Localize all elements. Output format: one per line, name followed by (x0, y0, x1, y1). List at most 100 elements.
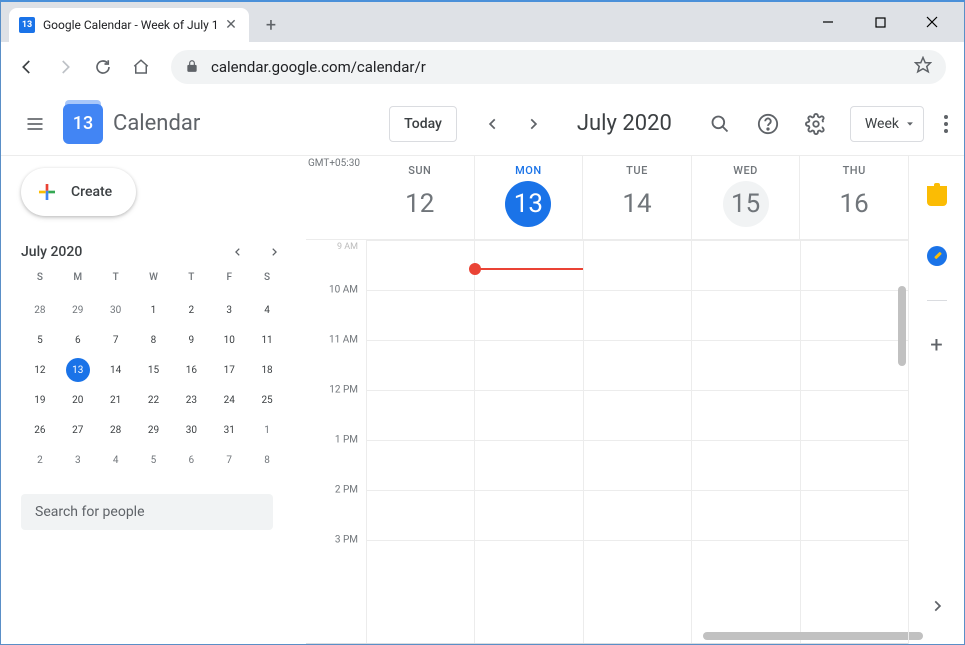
mini-day[interactable]: 20 (59, 388, 97, 412)
mini-cal-next-icon[interactable] (262, 240, 286, 264)
window-controls (814, 2, 950, 42)
day-header[interactable]: MON13 (474, 156, 583, 239)
day-column[interactable] (800, 240, 908, 644)
mini-day[interactable]: 4 (97, 448, 135, 472)
mini-day[interactable]: 3 (210, 298, 248, 322)
day-header[interactable]: TUE14 (582, 156, 691, 239)
create-button[interactable]: Create (21, 168, 136, 216)
mini-day[interactable]: 21 (97, 388, 135, 412)
mini-day[interactable]: 23 (172, 388, 210, 412)
mini-day[interactable]: 11 (248, 328, 286, 352)
time-label: 11 AM (329, 335, 358, 346)
mini-day[interactable]: 28 (21, 298, 59, 322)
view-selector[interactable]: Week (850, 106, 924, 142)
mini-day[interactable]: 29 (135, 418, 173, 442)
mini-day[interactable]: 9 (172, 328, 210, 352)
mini-day[interactable]: 29 (59, 298, 97, 322)
mini-day[interactable]: 5 (21, 328, 59, 352)
day-column[interactable] (691, 240, 799, 644)
day-number[interactable]: 14 (614, 181, 660, 227)
mini-day[interactable]: 6 (59, 328, 97, 352)
chevron-down-icon (905, 119, 915, 129)
mini-day[interactable]: 14 (97, 358, 135, 382)
browser-tab[interactable]: 13 Google Calendar - Week of July 1 ✕ (9, 8, 249, 42)
hamburger-menu-icon[interactable] (15, 104, 55, 144)
day-column[interactable] (366, 240, 474, 644)
mini-cal-title: July 2020 (21, 244, 226, 260)
mini-day[interactable]: 30 (172, 418, 210, 442)
mini-day[interactable]: 31 (210, 418, 248, 442)
tasks-icon[interactable] (917, 236, 957, 276)
now-indicator (475, 268, 582, 270)
search-icon[interactable] (700, 104, 740, 144)
day-number[interactable]: 13 (505, 181, 551, 227)
day-of-week-label: THU (800, 164, 908, 177)
mini-day[interactable]: 28 (97, 418, 135, 442)
nav-reload-icon[interactable] (89, 53, 117, 81)
mini-day[interactable]: 7 (210, 448, 248, 472)
mini-dow: T (97, 272, 135, 292)
collapse-panel-icon[interactable] (917, 586, 957, 626)
day-column[interactable] (474, 240, 582, 644)
mini-day[interactable]: 1 (135, 298, 173, 322)
mini-day[interactable]: 6 (172, 448, 210, 472)
logo-icon: 13 (63, 104, 103, 144)
mini-day[interactable]: 16 (172, 358, 210, 382)
next-period-icon[interactable] (517, 108, 549, 140)
help-icon[interactable] (748, 104, 788, 144)
mini-day[interactable]: 2 (172, 298, 210, 322)
new-tab-button[interactable]: + (257, 11, 285, 39)
window-close-icon[interactable] (918, 8, 946, 36)
today-button[interactable]: Today (389, 106, 457, 142)
mini-day[interactable]: 17 (210, 358, 248, 382)
mini-day[interactable]: 22 (135, 388, 173, 412)
apps-grip-icon[interactable] (938, 115, 954, 133)
day-number[interactable]: 12 (397, 181, 443, 227)
mini-day[interactable]: 24 (210, 388, 248, 412)
window-minimize-icon[interactable] (814, 8, 842, 36)
mini-cal-prev-icon[interactable] (226, 240, 250, 264)
mini-day[interactable]: 18 (248, 358, 286, 382)
mini-day[interactable]: 1 (248, 418, 286, 442)
mini-day[interactable]: 25 (248, 388, 286, 412)
app-header: 13 Calendar Today July 2020 Week (1, 92, 964, 156)
vertical-scrollbar[interactable] (898, 286, 906, 366)
nav-home-icon[interactable] (127, 53, 155, 81)
mini-day[interactable]: 19 (21, 388, 59, 412)
mini-day[interactable]: 7 (97, 328, 135, 352)
day-header[interactable]: THU 16 (799, 156, 908, 239)
mini-day[interactable]: 8 (135, 328, 173, 352)
horizontal-scrollbar[interactable] (703, 632, 923, 640)
day-header[interactable]: WED15 (691, 156, 800, 239)
mini-day[interactable]: 2 (21, 448, 59, 472)
window-maximize-icon[interactable] (866, 8, 894, 36)
nav-back-icon[interactable] (13, 53, 41, 81)
calendar-logo[interactable]: 13 Calendar (63, 104, 200, 144)
keep-icon[interactable] (917, 176, 957, 216)
tab-close-icon[interactable]: ✕ (223, 17, 239, 33)
day-column[interactable] (583, 240, 691, 644)
mini-day[interactable]: 15 (135, 358, 173, 382)
mini-day[interactable]: 5 (135, 448, 173, 472)
bookmark-star-icon[interactable] (914, 56, 932, 78)
day-header[interactable]: SUN12 (366, 156, 474, 239)
search-people-input[interactable]: Search for people (21, 494, 273, 530)
week-grid: GMT+05:30 SUN12MON13TUE14WED15THU16 9 AM… (306, 156, 908, 644)
day-number[interactable]: 15 (723, 181, 769, 227)
mini-day[interactable]: 27 (59, 418, 97, 442)
mini-day[interactable]: 13 (59, 358, 97, 382)
addons-plus-icon[interactable]: + (917, 325, 957, 365)
mini-day[interactable]: 4 (248, 298, 286, 322)
mini-day[interactable]: 26 (21, 418, 59, 442)
mini-day[interactable]: 12 (21, 358, 59, 382)
mini-day[interactable]: 30 (97, 298, 135, 322)
settings-gear-icon[interactable] (796, 104, 836, 144)
mini-day[interactable]: 3 (59, 448, 97, 472)
time-label: 1 PM (335, 435, 358, 446)
prev-period-icon[interactable] (477, 108, 509, 140)
mini-day[interactable]: 10 (210, 328, 248, 352)
address-bar[interactable]: calendar.google.com/calendar/r (171, 50, 946, 84)
mini-day[interactable]: 8 (248, 448, 286, 472)
day-number[interactable]: 16 (831, 181, 877, 227)
time-grid[interactable]: 9 AM 10 AM11 AM12 PM1 PM2 PM3 PM (306, 240, 908, 644)
